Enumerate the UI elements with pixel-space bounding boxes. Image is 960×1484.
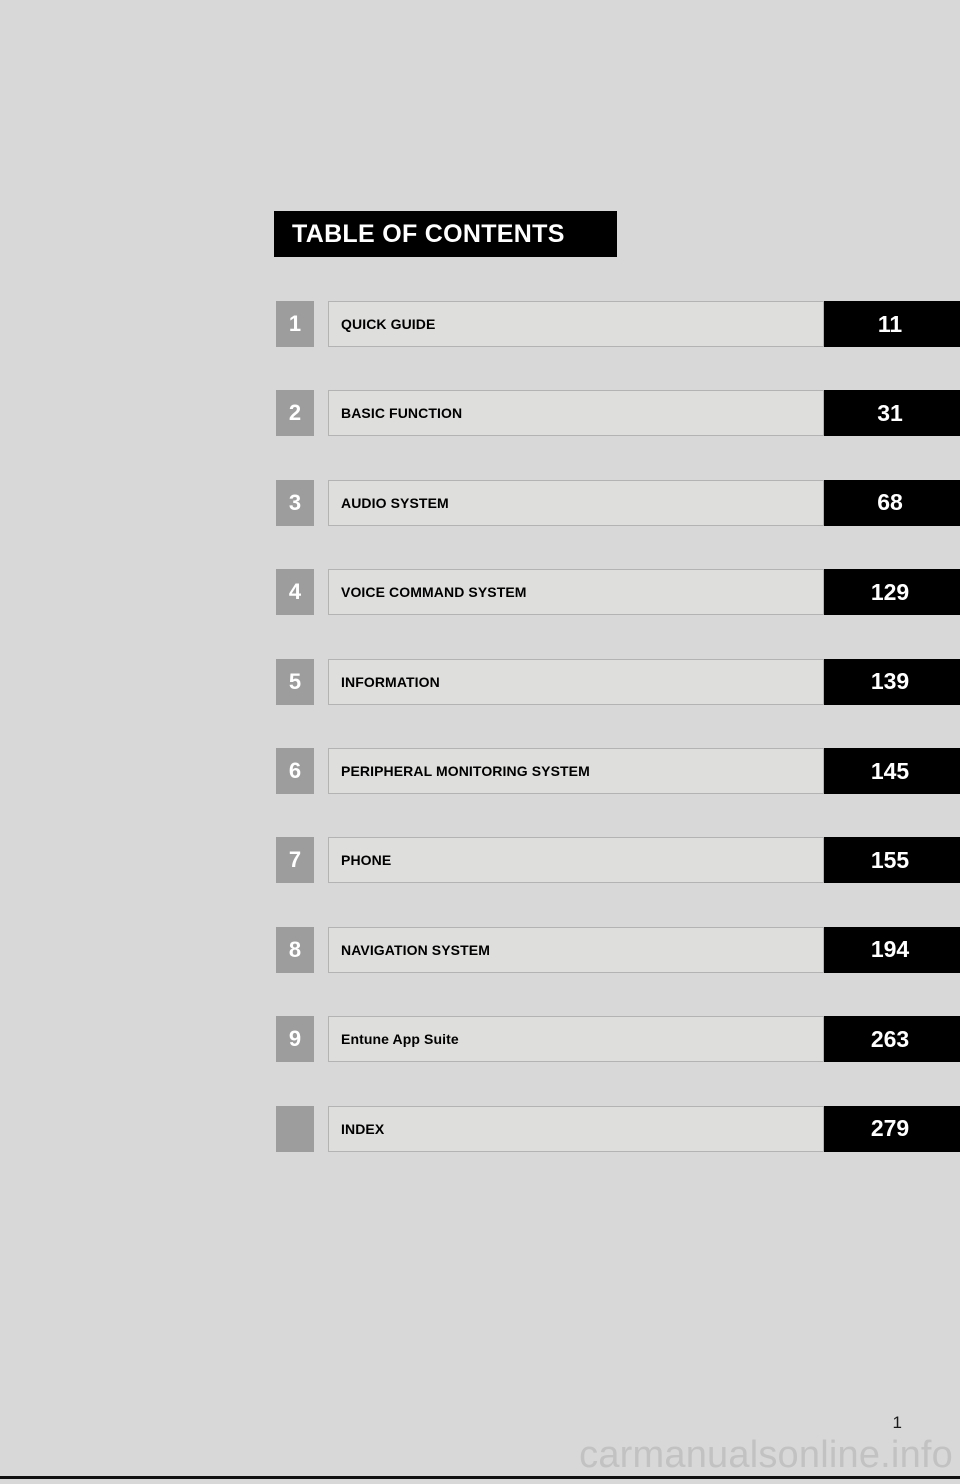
toc-chapter-title[interactable]: AUDIO SYSTEM	[328, 479, 824, 526]
toc-chapter-title[interactable]: QUICK GUIDE	[328, 301, 824, 347]
page-bottom-edge	[0, 1479, 960, 1484]
toc-chapter-title[interactable]: INDEX	[328, 1105, 824, 1152]
toc-page-number[interactable]: 139	[824, 658, 960, 705]
toc-page-number[interactable]: 279	[824, 1105, 960, 1152]
toc-chapter-title[interactable]: PHONE	[328, 837, 824, 884]
toc-page-number[interactable]: 155	[824, 837, 960, 884]
manual-page: TABLE OF CONTENTS 1 QUICK GUIDE 11 2 BASIC F…	[0, 0, 960, 1484]
toc-chapter-number: 6	[276, 748, 314, 794]
toc-row[interactable]: 6 PERIPHERAL MONITORING SYSTEM 145	[276, 748, 960, 794]
toc-row[interactable]: 7 PHONE 155	[276, 837, 960, 884]
toc-page-number[interactable]: 129	[824, 569, 960, 616]
toc-page-number[interactable]: 145	[824, 748, 960, 794]
toc-row[interactable]: 1 QUICK GUIDE 11	[276, 301, 960, 347]
toc-chapter-title[interactable]: VOICE COMMAND SYSTEM	[328, 569, 824, 616]
toc-page-number[interactable]: 11	[824, 301, 960, 347]
toc-chapter-number: 9	[276, 1016, 314, 1063]
toc-chapter-title[interactable]: NAVIGATION SYSTEM	[328, 926, 824, 973]
toc-page-number[interactable]: 194	[824, 926, 960, 973]
toc-row[interactable]: 8 NAVIGATION SYSTEM 194	[276, 926, 960, 973]
toc-chapter-number	[276, 1105, 314, 1152]
toc-chapter-number: 2	[276, 390, 314, 437]
toc-row[interactable]: 4 VOICE COMMAND SYSTEM 129	[276, 569, 960, 616]
toc-chapter-title[interactable]: PERIPHERAL MONITORING SYSTEM	[328, 748, 824, 794]
toc-row[interactable]: 3 AUDIO SYSTEM 68	[276, 479, 960, 526]
toc-row[interactable]: 2 BASIC FUNCTION 31	[276, 390, 960, 437]
toc-page-number[interactable]: 68	[824, 479, 960, 526]
toc-chapter-title[interactable]: Entune App Suite	[328, 1016, 824, 1063]
toc-chapter-title[interactable]: BASIC FUNCTION	[328, 390, 824, 437]
site-watermark: carmanualsonline.info	[579, 1434, 953, 1476]
toc-chapter-number: 3	[276, 479, 314, 526]
toc-chapter-number: 8	[276, 926, 314, 973]
toc-row[interactable]: INDEX 279	[276, 1105, 960, 1152]
toc-chapter-number: 1	[276, 301, 314, 347]
toc-chapter-number: 7	[276, 837, 314, 884]
table-of-contents-banner: TABLE OF CONTENTS	[274, 211, 617, 257]
table-of-contents-title: TABLE OF CONTENTS	[292, 219, 565, 248]
toc-row[interactable]: 9 Entune App Suite 263	[276, 1016, 960, 1063]
toc-page-number[interactable]: 31	[824, 390, 960, 437]
toc-chapter-number: 5	[276, 658, 314, 705]
page-folio-number: 1	[892, 1413, 902, 1432]
toc-chapter-number: 4	[276, 569, 314, 616]
toc-chapter-title[interactable]: INFORMATION	[328, 658, 824, 705]
toc-page-number[interactable]: 263	[824, 1016, 960, 1063]
toc-row[interactable]: 5 INFORMATION 139	[276, 658, 960, 705]
